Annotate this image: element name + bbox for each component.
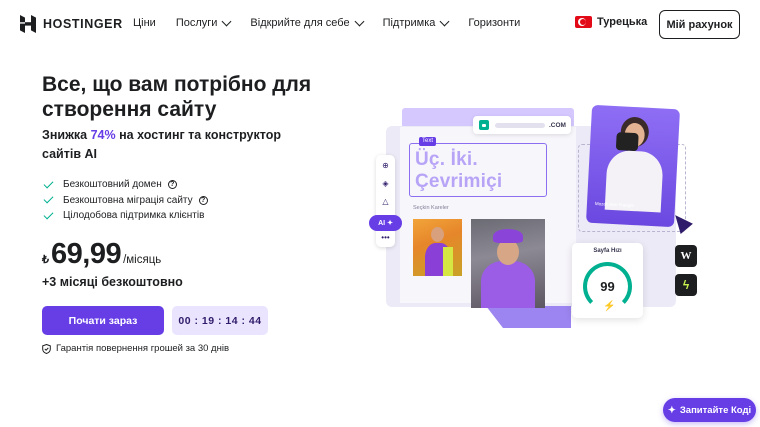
start-now-button[interactable]: Почати зараз <box>42 306 164 335</box>
hero-subtitle: Знижка 74% на хостинг та конструктор сай… <box>42 126 302 164</box>
portrait-caption: Mozeh Ann Frangle <box>594 201 635 209</box>
page-title: Все, що вам потрібно для створення сайту <box>42 73 312 121</box>
shield-check-icon <box>42 343 51 354</box>
litespeed-icon: ϟ <box>675 274 697 296</box>
brand-name: HOSTINGER <box>43 17 123 31</box>
feature-item: Цілодобова підтримка клієнтів <box>43 208 208 224</box>
wordpress-icon: W <box>675 245 697 267</box>
nav-discover[interactable]: Відкрийте для себе <box>250 16 365 29</box>
discount-value: 74% <box>90 128 116 142</box>
currency-symbol: ₺ <box>42 254 49 266</box>
url-tld: .COM <box>549 121 566 129</box>
nav-support[interactable]: Підтримка <box>382 16 450 29</box>
gallery-photo <box>471 219 545 308</box>
check-icon <box>43 178 54 189</box>
nav-services[interactable]: Послуги <box>175 16 232 29</box>
feature-item: Безкоштовний домен ? <box>43 177 208 193</box>
speed-label: Sayfa Hızı <box>593 248 622 254</box>
check-icon <box>43 193 54 204</box>
nav-horizons[interactable]: Горизонти <box>468 17 520 29</box>
info-icon[interactable]: ? <box>167 180 177 190</box>
feature-text: Безкоштовна міграція сайту <box>63 194 193 206</box>
nav-label: Ціни <box>133 17 156 29</box>
main-nav: Ціни Послуги Відкрийте для себе Підтримк… <box>133 16 540 29</box>
text-tag: Text <box>419 137 437 146</box>
chat-label: Запитайте Коді <box>679 404 752 416</box>
feature-list: Безкоштовний домен ? Безкоштовна міграці… <box>43 177 208 224</box>
bonus-offer: +3 місяці безкоштовно <box>42 275 183 289</box>
page-speed-card: Sayfa Hızı 99 ⚡ <box>572 243 643 318</box>
url-placeholder <box>495 122 545 128</box>
site-header: HOSTINGER Ціни Послуги Відкрийте для себ… <box>0 0 760 50</box>
feature-text: Безкоштовний домен <box>63 179 162 191</box>
layers-icon: ◈ <box>382 179 389 188</box>
turkey-flag-icon <box>575 16 592 28</box>
price: ₺ 69,99 /місяць <box>42 238 161 271</box>
add-icon: ⊕ <box>382 161 389 170</box>
chevron-down-icon <box>439 16 450 26</box>
more-icon: ••• <box>381 233 390 242</box>
shapes-icon: △ <box>382 197 389 206</box>
countdown-timer: 00 : 19 : 14 : 44 <box>172 306 268 335</box>
sparkle-icon: ✦ <box>667 404 676 416</box>
subtitle-prefix: Знижка <box>42 128 91 142</box>
language-selector[interactable]: Турецька <box>575 16 647 28</box>
chevron-down-icon <box>354 16 365 26</box>
brand-logo[interactable]: HOSTINGER <box>20 15 123 33</box>
gallery-label: Seçkin Kareler <box>413 205 449 211</box>
chevron-down-icon <box>221 16 232 26</box>
nav-label: Відкрийте для себе <box>250 17 350 29</box>
sparkle-icon: ✦ <box>387 220 393 227</box>
bolt-icon: ⚡ <box>603 301 616 312</box>
lock-icon <box>479 120 489 130</box>
nav-label: Підтримка <box>382 17 436 29</box>
price-value: 69,99 <box>51 238 122 270</box>
hostinger-logo-icon <box>20 15 36 33</box>
feature-text: Цілодобова підтримка клієнтів <box>63 210 205 222</box>
ask-kodee-button[interactable]: ✦ Запитайте Коді <box>663 398 756 422</box>
decor-shape <box>486 306 571 328</box>
check-icon <box>43 209 54 220</box>
info-icon[interactable]: ? <box>198 195 208 205</box>
ai-button: AI ✦ <box>369 215 402 231</box>
builder-toolbar: ⊕ ◈ △ ••• <box>376 155 395 247</box>
feature-item: Безкоштовна міграція сайту ? <box>43 193 208 209</box>
url-bar: .COM <box>473 116 571 134</box>
speed-score: 99 <box>600 279 615 294</box>
portrait-photo: Mozeh Ann Frangle <box>585 104 681 228</box>
nav-label: Послуги <box>175 17 218 29</box>
nav-label: Горизонти <box>468 17 521 29</box>
builder-headline: Üç. İki. Çevrimiçi <box>415 149 503 192</box>
nav-pricing[interactable]: Ціни <box>133 17 156 29</box>
gallery-photo <box>413 219 462 276</box>
guarantee-text: Гарантія повернення грошей за 30 днів <box>56 343 230 354</box>
ai-label: AI <box>378 219 386 227</box>
my-account-button[interactable]: Мій рахунок <box>659 10 740 39</box>
language-label: Турецька <box>597 16 648 28</box>
money-back-guarantee: Гарантія повернення грошей за 30 днів <box>42 343 229 354</box>
price-period: /місяць <box>123 254 162 266</box>
